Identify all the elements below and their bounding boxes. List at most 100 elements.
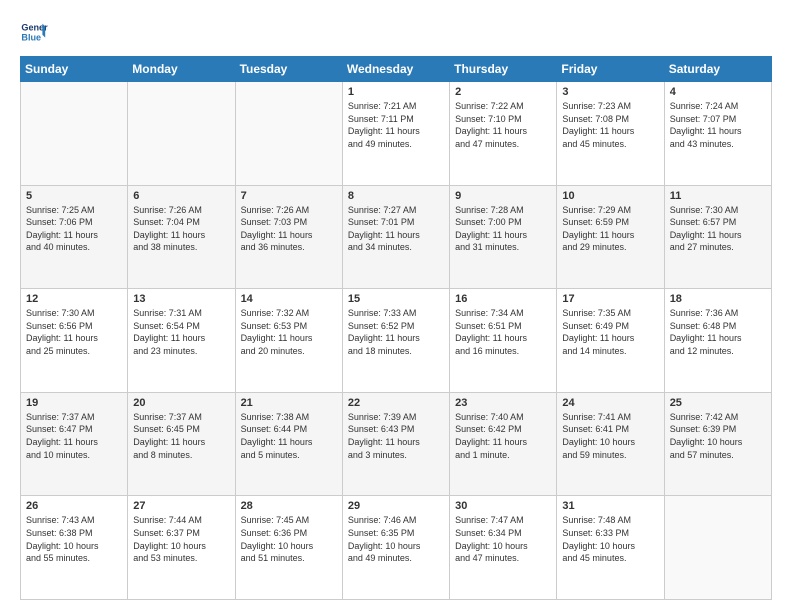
logo: General Blue [20, 18, 48, 46]
day-number: 27 [133, 500, 229, 512]
calendar-day-cell: 23Sunrise: 7:40 AM Sunset: 6:42 PM Dayli… [450, 392, 557, 496]
calendar-day-cell: 24 Sunrise: 7:41 AM Sunset: 6:41 PM Dayli… [557, 392, 664, 496]
day-number: 24 [562, 397, 658, 409]
calendar-header-cell: Saturday [664, 57, 771, 82]
day-number: 17 [562, 293, 658, 305]
header: General Blue [20, 18, 772, 46]
day-info: Sunrise: 7:30 AM Sunset: 6:57 PM Dayligh… [670, 204, 766, 254]
calendar-header-cell: Thursday [450, 57, 557, 82]
day-info: Sunrise: 7:46 AM Sunset: 6:35 PM Dayligh… [348, 514, 444, 564]
calendar-day-cell: 20Sunrise: 7:37 AM Sunset: 6:45 PM Dayli… [128, 392, 235, 496]
day-number: 6 [133, 190, 229, 202]
calendar-day-cell: 28 Sunrise: 7:45 AM Sunset: 6:36 PM Dayli… [235, 496, 342, 600]
calendar-day-cell [21, 82, 128, 186]
svg-text:Blue: Blue [21, 32, 41, 42]
day-info: Sunrise: 7:37 AM Sunset: 6:45 PM Dayligh… [133, 411, 229, 461]
day-info: Sunrise: 7:35 AM Sunset: 6:49 PM Dayligh… [562, 307, 658, 357]
day-number: 5 [26, 190, 122, 202]
day-info: Sunrise: 7:31 AM Sunset: 6:54 PM Dayligh… [133, 307, 229, 357]
day-info: Sunrise: 7:22 AM Sunset: 7:10 PM Dayligh… [455, 100, 551, 150]
calendar-day-cell: 13 Sunrise: 7:31 AM Sunset: 6:54 PM Dayli… [128, 289, 235, 393]
day-number: 21 [241, 397, 337, 409]
calendar-day-cell [128, 82, 235, 186]
calendar-day-cell: 12Sunrise: 7:30 AM Sunset: 6:56 PM Dayli… [21, 289, 128, 393]
day-info: Sunrise: 7:32 AM Sunset: 6:53 PM Dayligh… [241, 307, 337, 357]
calendar-day-cell: 31 Sunrise: 7:48 AM Sunset: 6:33 PM Dayli… [557, 496, 664, 600]
calendar-day-cell: 15 Sunrise: 7:33 AM Sunset: 6:52 PM Dayli… [342, 289, 449, 393]
calendar-day-cell: 22 Sunrise: 7:39 AM Sunset: 6:43 PM Dayli… [342, 392, 449, 496]
day-number: 8 [348, 190, 444, 202]
day-info: Sunrise: 7:26 AM Sunset: 7:03 PM Dayligh… [241, 204, 337, 254]
day-info: Sunrise: 7:23 AM Sunset: 7:08 PM Dayligh… [562, 100, 658, 150]
calendar-day-cell: 3 Sunrise: 7:23 AM Sunset: 7:08 PM Daylig… [557, 82, 664, 186]
day-number: 22 [348, 397, 444, 409]
calendar-day-cell: 1 Sunrise: 7:21 AM Sunset: 7:11 PM Daylig… [342, 82, 449, 186]
day-info: Sunrise: 7:25 AM Sunset: 7:06 PM Dayligh… [26, 204, 122, 254]
day-info: Sunrise: 7:29 AM Sunset: 6:59 PM Dayligh… [562, 204, 658, 254]
calendar-day-cell: 18 Sunrise: 7:36 AM Sunset: 6:48 PM Dayli… [664, 289, 771, 393]
calendar-table: SundayMondayTuesdayWednesdayThursdayFrid… [20, 56, 772, 600]
calendar-day-cell: 11 Sunrise: 7:30 AM Sunset: 6:57 PM Dayli… [664, 185, 771, 289]
calendar-day-cell: 16Sunrise: 7:34 AM Sunset: 6:51 PM Dayli… [450, 289, 557, 393]
day-number: 1 [348, 86, 444, 98]
day-number: 3 [562, 86, 658, 98]
day-info: Sunrise: 7:36 AM Sunset: 6:48 PM Dayligh… [670, 307, 766, 357]
calendar-week-row: 26Sunrise: 7:43 AM Sunset: 6:38 PM Dayli… [21, 496, 772, 600]
day-number: 14 [241, 293, 337, 305]
day-number: 30 [455, 500, 551, 512]
day-number: 10 [562, 190, 658, 202]
calendar-day-cell: 17 Sunrise: 7:35 AM Sunset: 6:49 PM Dayli… [557, 289, 664, 393]
calendar-header-cell: Wednesday [342, 57, 449, 82]
calendar-day-cell: 5 Sunrise: 7:25 AM Sunset: 7:06 PM Daylig… [21, 185, 128, 289]
calendar-header-cell: Monday [128, 57, 235, 82]
day-info: Sunrise: 7:41 AM Sunset: 6:41 PM Dayligh… [562, 411, 658, 461]
day-number: 13 [133, 293, 229, 305]
day-info: Sunrise: 7:30 AM Sunset: 6:56 PM Dayligh… [26, 307, 122, 357]
day-number: 4 [670, 86, 766, 98]
day-number: 31 [562, 500, 658, 512]
calendar-day-cell: 8 Sunrise: 7:27 AM Sunset: 7:01 PM Daylig… [342, 185, 449, 289]
calendar-day-cell: 9Sunrise: 7:28 AM Sunset: 7:00 PM Daylig… [450, 185, 557, 289]
day-number: 2 [455, 86, 551, 98]
calendar-week-row: 19Sunrise: 7:37 AM Sunset: 6:47 PM Dayli… [21, 392, 772, 496]
day-info: Sunrise: 7:45 AM Sunset: 6:36 PM Dayligh… [241, 514, 337, 564]
day-info: Sunrise: 7:44 AM Sunset: 6:37 PM Dayligh… [133, 514, 229, 564]
calendar-day-cell: 4 Sunrise: 7:24 AM Sunset: 7:07 PM Daylig… [664, 82, 771, 186]
day-number: 16 [455, 293, 551, 305]
day-info: Sunrise: 7:39 AM Sunset: 6:43 PM Dayligh… [348, 411, 444, 461]
day-number: 23 [455, 397, 551, 409]
day-number: 19 [26, 397, 122, 409]
day-info: Sunrise: 7:43 AM Sunset: 6:38 PM Dayligh… [26, 514, 122, 564]
calendar-header-row: SundayMondayTuesdayWednesdayThursdayFrid… [21, 57, 772, 82]
logo-icon: General Blue [20, 18, 48, 46]
day-number: 11 [670, 190, 766, 202]
day-info: Sunrise: 7:33 AM Sunset: 6:52 PM Dayligh… [348, 307, 444, 357]
day-info: Sunrise: 7:47 AM Sunset: 6:34 PM Dayligh… [455, 514, 551, 564]
calendar-day-cell: 27 Sunrise: 7:44 AM Sunset: 6:37 PM Dayli… [128, 496, 235, 600]
day-info: Sunrise: 7:21 AM Sunset: 7:11 PM Dayligh… [348, 100, 444, 150]
calendar-day-cell: 7Sunrise: 7:26 AM Sunset: 7:03 PM Daylig… [235, 185, 342, 289]
calendar-day-cell [664, 496, 771, 600]
day-info: Sunrise: 7:26 AM Sunset: 7:04 PM Dayligh… [133, 204, 229, 254]
calendar-day-cell: 25Sunrise: 7:42 AM Sunset: 6:39 PM Dayli… [664, 392, 771, 496]
calendar-day-cell: 30 Sunrise: 7:47 AM Sunset: 6:34 PM Dayli… [450, 496, 557, 600]
calendar-header-cell: Friday [557, 57, 664, 82]
day-number: 25 [670, 397, 766, 409]
day-number: 18 [670, 293, 766, 305]
day-number: 28 [241, 500, 337, 512]
calendar-day-cell: 2 Sunrise: 7:22 AM Sunset: 7:10 PM Daylig… [450, 82, 557, 186]
calendar-week-row: 5 Sunrise: 7:25 AM Sunset: 7:06 PM Daylig… [21, 185, 772, 289]
day-info: Sunrise: 7:48 AM Sunset: 6:33 PM Dayligh… [562, 514, 658, 564]
page: General Blue SundayMondayTuesdayWednesda… [0, 0, 792, 612]
day-info: Sunrise: 7:28 AM Sunset: 7:00 PM Dayligh… [455, 204, 551, 254]
calendar-day-cell: 6 Sunrise: 7:26 AM Sunset: 7:04 PM Daylig… [128, 185, 235, 289]
calendar-day-cell: 29 Sunrise: 7:46 AM Sunset: 6:35 PM Dayli… [342, 496, 449, 600]
day-info: Sunrise: 7:24 AM Sunset: 7:07 PM Dayligh… [670, 100, 766, 150]
calendar-week-row: 12Sunrise: 7:30 AM Sunset: 6:56 PM Dayli… [21, 289, 772, 393]
day-number: 15 [348, 293, 444, 305]
day-info: Sunrise: 7:27 AM Sunset: 7:01 PM Dayligh… [348, 204, 444, 254]
calendar-week-row: 1 Sunrise: 7:21 AM Sunset: 7:11 PM Daylig… [21, 82, 772, 186]
day-number: 29 [348, 500, 444, 512]
calendar-day-cell: 19Sunrise: 7:37 AM Sunset: 6:47 PM Dayli… [21, 392, 128, 496]
calendar-day-cell: 26Sunrise: 7:43 AM Sunset: 6:38 PM Dayli… [21, 496, 128, 600]
